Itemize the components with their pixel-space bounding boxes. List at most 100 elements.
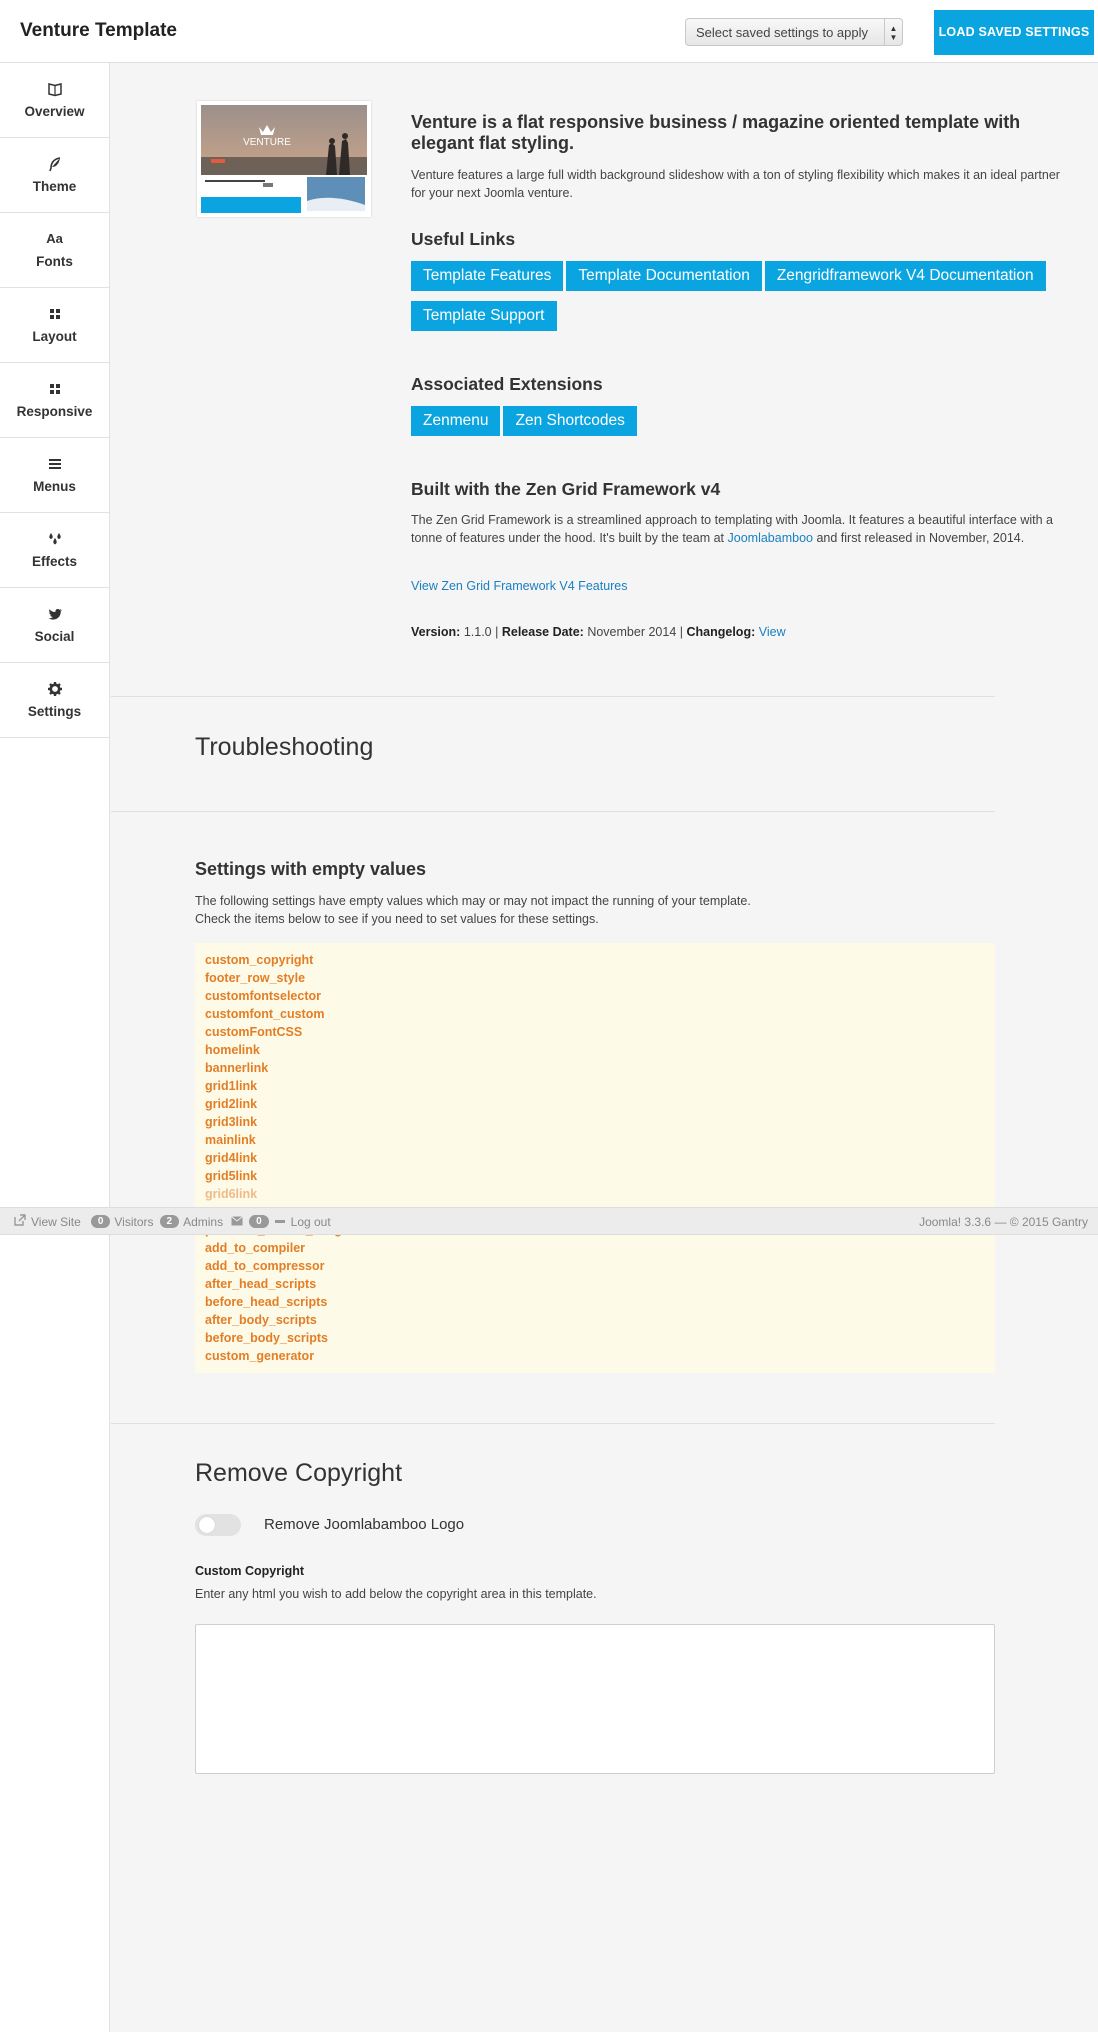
- framework-text-2: and first released in November, 2014.: [816, 531, 1025, 545]
- framework-title: Built with the Zen Grid Framework v4: [411, 479, 721, 499]
- admins-label: Admins: [183, 1214, 224, 1229]
- remove-copyright-title: Remove Copyright: [195, 1459, 403, 1487]
- sidebar-item-label: Overview: [24, 104, 85, 119]
- list-item: grid4link: [205, 1151, 258, 1165]
- useful-links: Template Features Template Documentation Z…: [411, 261, 1071, 341]
- logout-icon: [274, 1220, 285, 1223]
- template-documentation-button[interactable]: Template Documentation: [566, 261, 762, 291]
- zengridframework-docs-button[interactable]: Zengridframework V4 Documentation: [764, 261, 1046, 291]
- sidebar-item-layout[interactable]: Layout: [0, 288, 109, 363]
- divider: [111, 696, 995, 697]
- version-value: 1.1.0: [463, 625, 492, 639]
- sidebar-item-effects[interactable]: Effects: [0, 513, 109, 588]
- template-features-button[interactable]: Template Features: [411, 261, 564, 291]
- sidebar-item-settings[interactable]: Settings: [0, 663, 109, 738]
- zen-shortcodes-button[interactable]: Zen Shortcodes: [503, 406, 637, 436]
- sidebar-item-menus[interactable]: Menus: [0, 438, 109, 513]
- sidebar: Overview Theme Aa Fonts Layout Responsiv…: [0, 63, 110, 2032]
- feather-icon: [0, 156, 109, 174]
- sidebar-item-theme[interactable]: Theme: [0, 138, 109, 213]
- list-item: grid6link: [205, 1187, 258, 1201]
- sidebar-item-label: Effects: [31, 554, 77, 569]
- list-item: grid2link: [205, 1097, 258, 1111]
- changelog-link[interactable]: View: [759, 625, 786, 639]
- remove-logo-label: Remove Joomlabamboo Logo: [264, 1516, 465, 1533]
- list-item: grid1link: [205, 1079, 258, 1093]
- book-icon: [0, 81, 109, 99]
- sidebar-item-fonts[interactable]: Aa Fonts: [0, 213, 109, 288]
- release-date-label: Release Date:: [501, 625, 584, 639]
- list-item: add_to_compressor: [205, 1259, 325, 1273]
- list-item: footer_row_style: [205, 971, 306, 985]
- troubleshooting-title: Troubleshooting: [195, 733, 374, 761]
- list-item: grid5link: [205, 1169, 258, 1183]
- associated-extensions-title: Associated Extensions: [411, 374, 603, 394]
- version-label: Version:: [411, 625, 461, 639]
- menu-icon: [0, 456, 109, 474]
- logout-link[interactable]: Log out: [291, 1215, 331, 1229]
- empty-values-list: custom_copyright footer_row_style custom…: [195, 943, 995, 1373]
- remove-logo-toggle[interactable]: [195, 1514, 241, 1536]
- messages-count-badge[interactable]: 0: [249, 1215, 269, 1228]
- separator: |: [495, 625, 499, 639]
- sidebar-item-label: Theme: [32, 179, 77, 194]
- twitter-icon: [0, 606, 109, 624]
- app-title: Venture Template: [20, 20, 177, 41]
- custom-copyright-textarea[interactable]: [195, 1624, 995, 1774]
- overview-info: Venture is a flat responsive business / …: [411, 112, 1071, 639]
- list-item: custom_generator: [205, 1349, 315, 1363]
- view-framework-features-link[interactable]: View Zen Grid Framework V4 Features: [411, 579, 628, 593]
- list-item: grid3link: [205, 1115, 258, 1129]
- list-item: mainlink: [205, 1133, 256, 1147]
- list-item: customfontselector: [205, 989, 321, 1003]
- view-site-link[interactable]: View Site: [31, 1215, 81, 1229]
- joomlabamboo-link[interactable]: Joomlabamboo: [728, 531, 813, 545]
- external-link-icon: [14, 1214, 26, 1229]
- envelope-icon: [231, 1215, 243, 1229]
- empty-values-desc-1: The following settings have empty values…: [195, 894, 751, 908]
- empty-values-desc-2: Check the items below to see if you need…: [195, 912, 599, 926]
- select-arrows-icon: ▲ ▼: [884, 19, 902, 45]
- status-bar: View Site 0 Visitors 2 Admins 0 Log out …: [0, 1207, 1098, 1235]
- thumbnail-logo-text: VENTURE: [243, 137, 291, 148]
- empty-values-title: Settings with empty values: [195, 859, 427, 879]
- changelog-label: Changelog:: [686, 625, 756, 639]
- select-value: Select saved settings to apply: [696, 25, 868, 40]
- empty-values-section: Settings with empty values The following…: [195, 859, 995, 928]
- template-support-button[interactable]: Template Support: [411, 301, 557, 331]
- list-item: custom_copyright: [205, 953, 314, 967]
- grid-icon: [0, 381, 109, 399]
- sidebar-item-social[interactable]: Social: [0, 588, 109, 663]
- toggle-knob: [199, 1517, 215, 1533]
- visitors-label: Visitors: [114, 1214, 154, 1229]
- saved-settings-select[interactable]: Select saved settings to apply ▲ ▼: [685, 18, 903, 46]
- overview-description: Venture features a large full width back…: [411, 168, 1060, 200]
- top-bar: Venture Template Select saved settings t…: [0, 0, 1098, 63]
- overview-headline: Venture is a flat responsive business / …: [411, 112, 1021, 153]
- status-left: View Site 0 Visitors 2 Admins 0 Log out: [14, 1214, 331, 1229]
- list-item: before_head_scripts: [205, 1295, 328, 1309]
- grid-icon: [0, 306, 109, 324]
- custom-copyright-label: Custom Copyright: [195, 1564, 305, 1578]
- main-content: VENTURE Venture is a flat responsive bus…: [111, 63, 1098, 2032]
- sidebar-item-responsive[interactable]: Responsive: [0, 363, 109, 438]
- sidebar-item-overview[interactable]: Overview: [0, 63, 109, 138]
- list-item: after_head_scripts: [205, 1277, 317, 1291]
- sidebar-item-label: Layout: [32, 329, 77, 344]
- zenmenu-button[interactable]: Zenmenu: [411, 406, 501, 436]
- load-saved-settings-button[interactable]: LOAD SAVED SETTINGS: [934, 10, 1094, 55]
- list-item: add_to_compiler: [205, 1241, 306, 1255]
- admins-count-badge: 2: [159, 1215, 180, 1228]
- extensions-links: Zenmenu Zen Shortcodes: [411, 406, 1071, 446]
- list-item: before_body_scripts: [205, 1331, 328, 1345]
- view-features-row: View Zen Grid Framework V4 Features: [411, 577, 1071, 595]
- custom-copyright-help: Enter any html you wish to add below the…: [195, 1587, 597, 1601]
- divider: [111, 811, 995, 812]
- separator: |: [679, 625, 684, 639]
- gear-icon: [0, 681, 109, 699]
- empty-values-description: The following settings have empty values…: [195, 892, 995, 928]
- version-info: Version: 1.1.0 | Release Date: November …: [411, 625, 1071, 639]
- sidebar-item-label: Social: [34, 629, 75, 644]
- sidebar-item-label: Fonts: [36, 254, 73, 269]
- list-item: after_body_scripts: [205, 1313, 317, 1327]
